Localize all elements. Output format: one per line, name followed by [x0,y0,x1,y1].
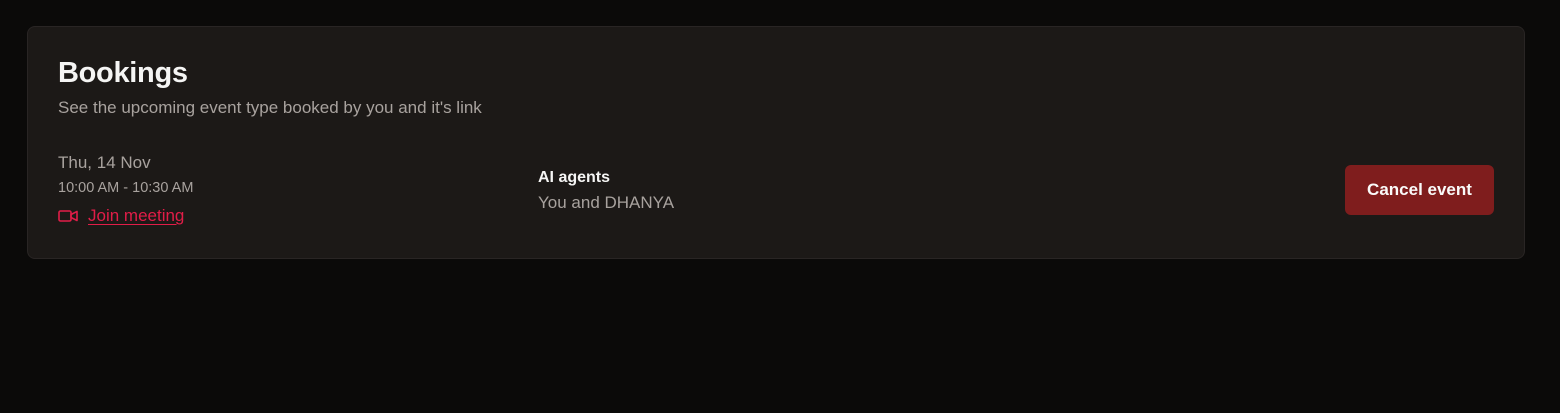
page-title: Bookings [58,57,188,89]
booking-event-details: AI agents You and DHANYA [538,167,674,214]
join-meeting-label[interactable]: Join meeting [88,205,184,227]
event-name: AI agents [538,169,611,186]
event-attendees: You and DHANYA [538,193,675,212]
page-subtitle: See the upcoming event type booked by yo… [58,98,482,117]
video-camera-icon [58,210,78,222]
join-meeting-link[interactable]: Join meeting [58,205,193,227]
bookings-card: Bookings See the upcoming event type boo… [27,26,1525,259]
booking-date: Thu, 14 Nov [58,153,151,172]
cancel-event-button[interactable]: Cancel event [1345,165,1494,215]
booking-schedule: Thu, 14 Nov 10:00 AM - 10:30 AM Join mee… [58,152,193,227]
booking-time: 10:00 AM - 10:30 AM [58,180,194,196]
